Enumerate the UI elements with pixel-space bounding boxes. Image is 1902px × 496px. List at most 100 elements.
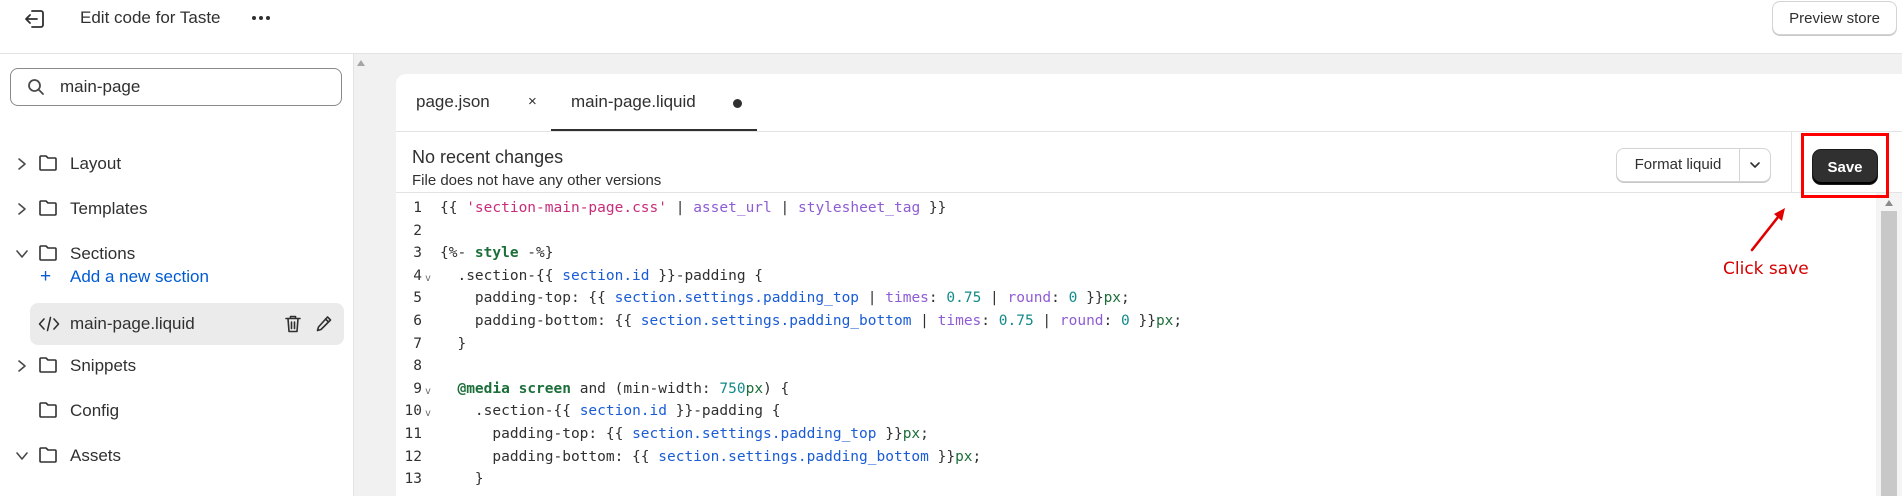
tab-label: main-page.liquid: [571, 92, 696, 111]
annotation-text: Click save: [1723, 259, 1809, 279]
line-number: 3: [413, 245, 422, 262]
code-token: 0.75: [998, 313, 1034, 329]
code-token: 750: [719, 380, 746, 397]
code-line: .section-{{ section.id }}-padding {: [440, 400, 781, 423]
code-line: {%- style -%}: [440, 242, 554, 265]
folder-icon: [39, 200, 57, 216]
code-token: section.id: [579, 403, 667, 420]
code-token: times: [885, 290, 929, 307]
code-token: }: [440, 471, 484, 488]
file-item-label: main-page.liquid: [70, 314, 195, 333]
sidebar-item-config[interactable]: Config: [0, 390, 352, 432]
code-token: {{: [440, 200, 467, 216]
sidebar-item-label: Layout: [70, 154, 122, 173]
code-token: |: [981, 290, 1008, 307]
code-token: |: [1033, 313, 1060, 329]
sidebar-item-label: Assets: [70, 446, 122, 465]
code-token: padding-bottom: {{: [440, 448, 659, 465]
preview-store-button[interactable]: Preview store: [1772, 1, 1897, 35]
line-number: 13: [404, 471, 422, 488]
line-number: 12: [404, 448, 422, 465]
code-token: asset_url: [693, 200, 772, 216]
code-token: section.settings.padding_bottom: [640, 313, 912, 329]
line-number: 7: [413, 335, 422, 352]
pencil-icon[interactable]: [315, 314, 333, 334]
status-title: No recent changes: [412, 147, 564, 167]
code-token: @media: [457, 380, 510, 397]
folder-icon: [39, 357, 57, 373]
code-token: }}: [876, 426, 903, 442]
line-number: 10: [404, 403, 422, 420]
status-divider: [1791, 132, 1792, 192]
ellipsis-icon[interactable]: [248, 8, 274, 28]
exit-icon[interactable]: [22, 6, 48, 32]
file-item-main-page-liquid[interactable]: main-page.liquid: [30, 303, 344, 345]
line-number: 1: [413, 200, 422, 216]
editor-scrollbar[interactable]: [1876, 193, 1902, 496]
code-token: 0: [1121, 313, 1130, 329]
annotation-arrow-icon: [1750, 208, 1785, 252]
fold-chevron-icon[interactable]: v: [425, 408, 431, 419]
sidebar-item-label: Snippets: [70, 356, 137, 375]
sidebar-item-snippets[interactable]: Snippets: [0, 345, 352, 387]
scroll-thumb[interactable]: [1881, 211, 1897, 496]
search-input[interactable]: [60, 75, 330, 99]
code-token: .section-{{: [440, 267, 563, 284]
code-token: -%}: [518, 245, 554, 262]
code-token: |: [859, 290, 886, 307]
code-token: round: [1007, 290, 1052, 307]
sidebar-item-label: Sections: [70, 244, 136, 263]
fold-chevron-icon[interactable]: v: [425, 386, 431, 397]
folder-icon: [39, 155, 57, 171]
code-token: style: [474, 245, 519, 262]
code-token: :: [1103, 313, 1121, 329]
format-options-dropdown[interactable]: [1740, 149, 1770, 181]
code-token: 'section-main-page.css': [466, 200, 667, 216]
scroll-up-arrow[interactable]: [1885, 200, 1893, 206]
chevron-down-icon[interactable]: [15, 448, 29, 464]
folder-icon: [39, 402, 57, 418]
code-token: {%-: [440, 245, 475, 262]
sidebar-scroll-up-arrow[interactable]: [357, 60, 365, 66]
search-icon: [28, 79, 44, 95]
code-line: }: [440, 468, 484, 491]
chevron-right-icon[interactable]: [15, 201, 29, 217]
code-token: }}: [1077, 290, 1104, 307]
chevron-right-icon[interactable]: [15, 358, 29, 374]
code-token: }}: [1129, 313, 1156, 329]
code-token: }: [440, 335, 467, 352]
top-bar: Edit code for Taste Preview store: [0, 0, 1902, 54]
code-token: ;: [972, 448, 982, 465]
code-token: |: [771, 200, 798, 216]
code-editor-panel: page.json × main-page.liquid No recent c…: [396, 74, 1902, 496]
code-token: }}: [920, 200, 947, 216]
close-icon[interactable]: ×: [528, 94, 537, 110]
tab-main-page-liquid[interactable]: main-page.liquid: [551, 74, 757, 131]
save-highlight-box: [1801, 133, 1889, 198]
chevron-right-icon[interactable]: [15, 156, 29, 172]
line-number: 5: [413, 290, 422, 307]
format-liquid-button[interactable]: Format liquid: [1617, 149, 1739, 181]
code-token: ) {: [763, 380, 790, 397]
code-line: padding-top: {{ section.settings.padding…: [440, 287, 1130, 310]
chevron-down-icon[interactable]: [15, 246, 29, 262]
code-token: 0.75: [946, 290, 982, 307]
code-token: px: [955, 448, 973, 465]
code-token: :: [928, 290, 947, 307]
fold-chevron-icon[interactable]: v: [425, 273, 431, 284]
code-line: {{ 'section-main-page.css' | asset_url |…: [440, 197, 946, 220]
search-field[interactable]: [10, 68, 342, 106]
tab-page-json[interactable]: page.json ×: [396, 74, 551, 131]
sidebar-item-layout[interactable]: Layout: [0, 143, 352, 185]
sidebar-item-templates[interactable]: Templates: [0, 188, 352, 230]
code-token: and (min-width:: [570, 380, 720, 397]
code-area[interactable]: 1 2 3 4 v 5 6 7 8 9 v 10 v 11 12 13 {{ 'section-main-pa…: [396, 193, 1876, 496]
sidebar-item-assets[interactable]: Assets: [0, 435, 352, 477]
code-token: padding-bottom: {{: [440, 313, 641, 329]
code-token: |: [667, 200, 694, 216]
tab-label: page.json: [416, 92, 490, 111]
code-token: px: [902, 426, 921, 442]
trash-icon[interactable]: [284, 314, 302, 334]
code-token: px: [745, 380, 764, 397]
